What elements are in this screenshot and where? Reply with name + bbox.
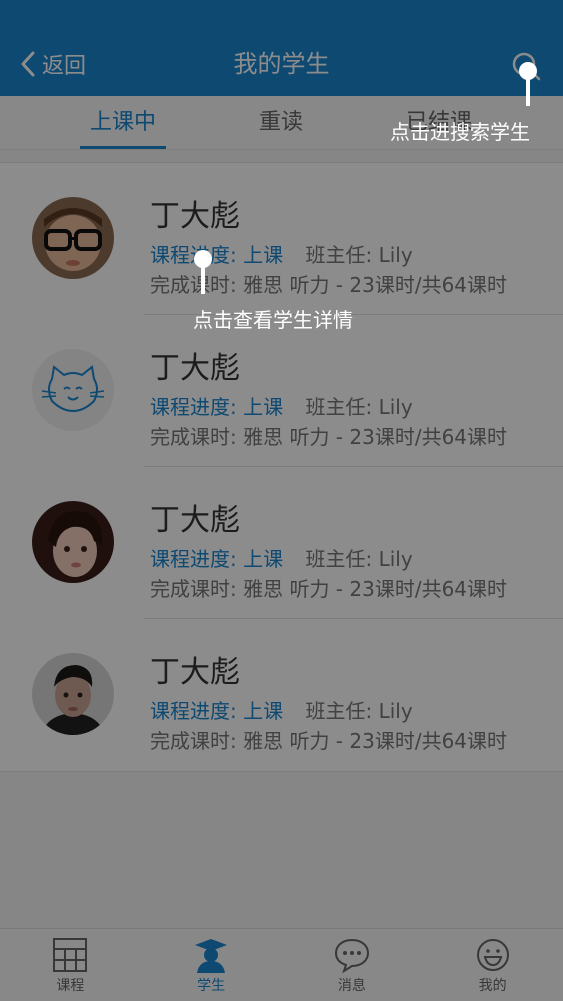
- search-hint-text: 点击进搜索学生: [390, 120, 530, 144]
- detail-hint-text: 点击查看学生详情: [193, 308, 353, 332]
- guide-overlay[interactable]: [0, 0, 563, 1001]
- search-hint-line: [526, 76, 530, 106]
- detail-hint-line: [201, 264, 205, 294]
